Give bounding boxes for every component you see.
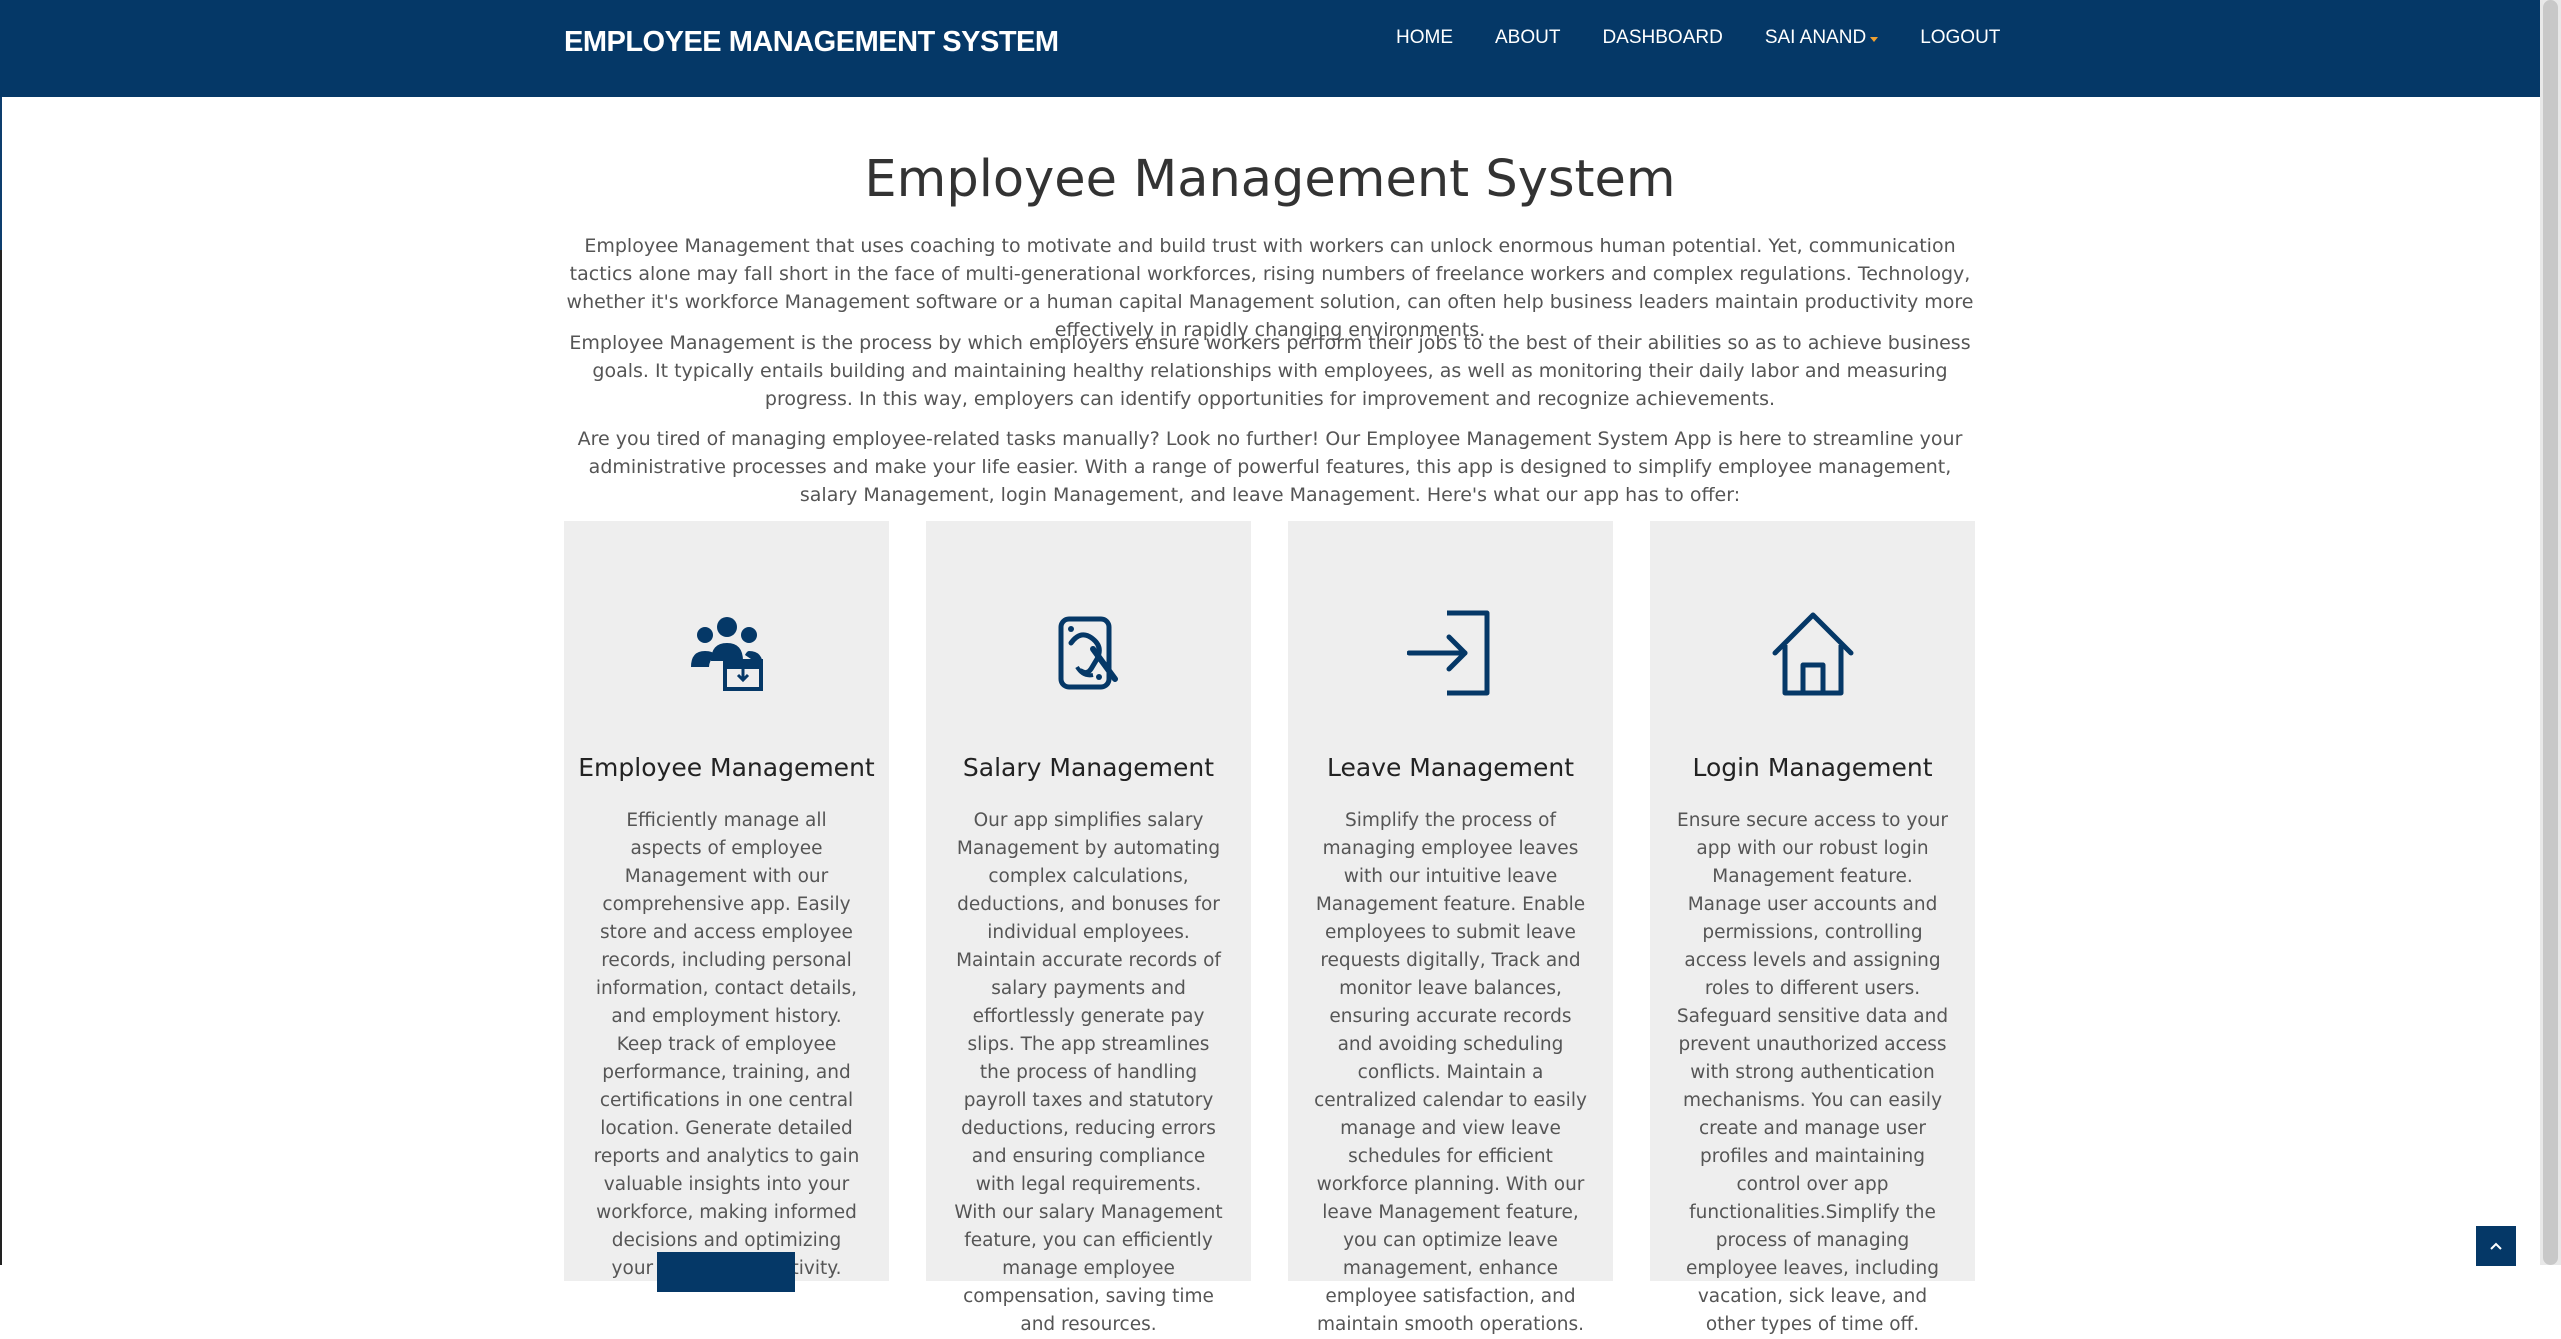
card-description: Simplify the process of managing employe… [1314,810,1587,1335]
nav-dashboard[interactable]: DASHBOARD [1602,27,1722,49]
card-description: Our app simplifies salary Management by … [954,810,1223,1335]
card-login-management: Login Management Ensure secure access to… [1650,521,1975,1335]
card-description: Efficiently manage all aspects of employ… [593,810,860,1279]
card-salary-management: Salary Management Our app simplifies sal… [926,521,1251,1335]
main-nav: HOME ABOUT DASHBOARD SAI ANAND LOGOUT [1396,27,2000,49]
intro-text-2: Employee Management is the process by wh… [569,332,1971,410]
nav-user-label: SAI ANAND [1764,27,1867,48]
feature-cards: Employee Management Efficiently manage a… [564,521,1975,1335]
card-title: Login Management [1692,753,1933,782]
vertical-scrollbar[interactable] [2540,0,2561,1265]
nav-about[interactable]: ABOUT [1495,27,1560,49]
card-title: Employee Management [578,753,875,782]
card-description: Ensure secure access to your app with ou… [1676,810,1949,1335]
card-employee-management: Employee Management Efficiently manage a… [564,521,889,1292]
sign-in-icon [1288,609,1613,697]
intro-text-3: Are you tired of managing employee-relat… [577,428,1963,506]
people-icon [564,609,889,697]
nav-home[interactable]: HOME [1396,27,1453,49]
intro-paragraph-3: Are you tired of managing employee-relat… [564,425,1976,509]
nav-user-dropdown[interactable]: SAI ANAND [1764,27,1879,49]
brand-logo[interactable]: EMPLOYEE MANAGEMENT SYSTEM [564,26,1059,59]
caret-down-icon [1870,36,1879,42]
salary-icon [926,609,1251,697]
card-title: Leave Management [1327,753,1574,782]
intro-paragraph-2: Employee Management is the process by wh… [564,329,1976,413]
back-to-top-button[interactable] [2476,1226,2516,1266]
card-action-button[interactable] [657,1252,795,1292]
card-title: Salary Management [962,753,1215,782]
intro-text-1: Employee Management that uses coaching t… [566,235,1974,341]
page-title: Employee Management System [864,150,1676,209]
intro-paragraph-1: Employee Management that uses coaching t… [564,232,1976,344]
chevron-up-icon [2490,1242,2502,1250]
card-leave-management: Leave Management Simplify the process of… [1288,521,1613,1335]
left-edge-line [0,250,2,1265]
nav-logout[interactable]: LOGOUT [1920,27,2000,49]
home-icon [1650,609,1975,697]
scrollbar-thumb[interactable] [2543,0,2558,1265]
navbar: EMPLOYEE MANAGEMENT SYSTEM HOME ABOUT DA… [0,0,2540,97]
